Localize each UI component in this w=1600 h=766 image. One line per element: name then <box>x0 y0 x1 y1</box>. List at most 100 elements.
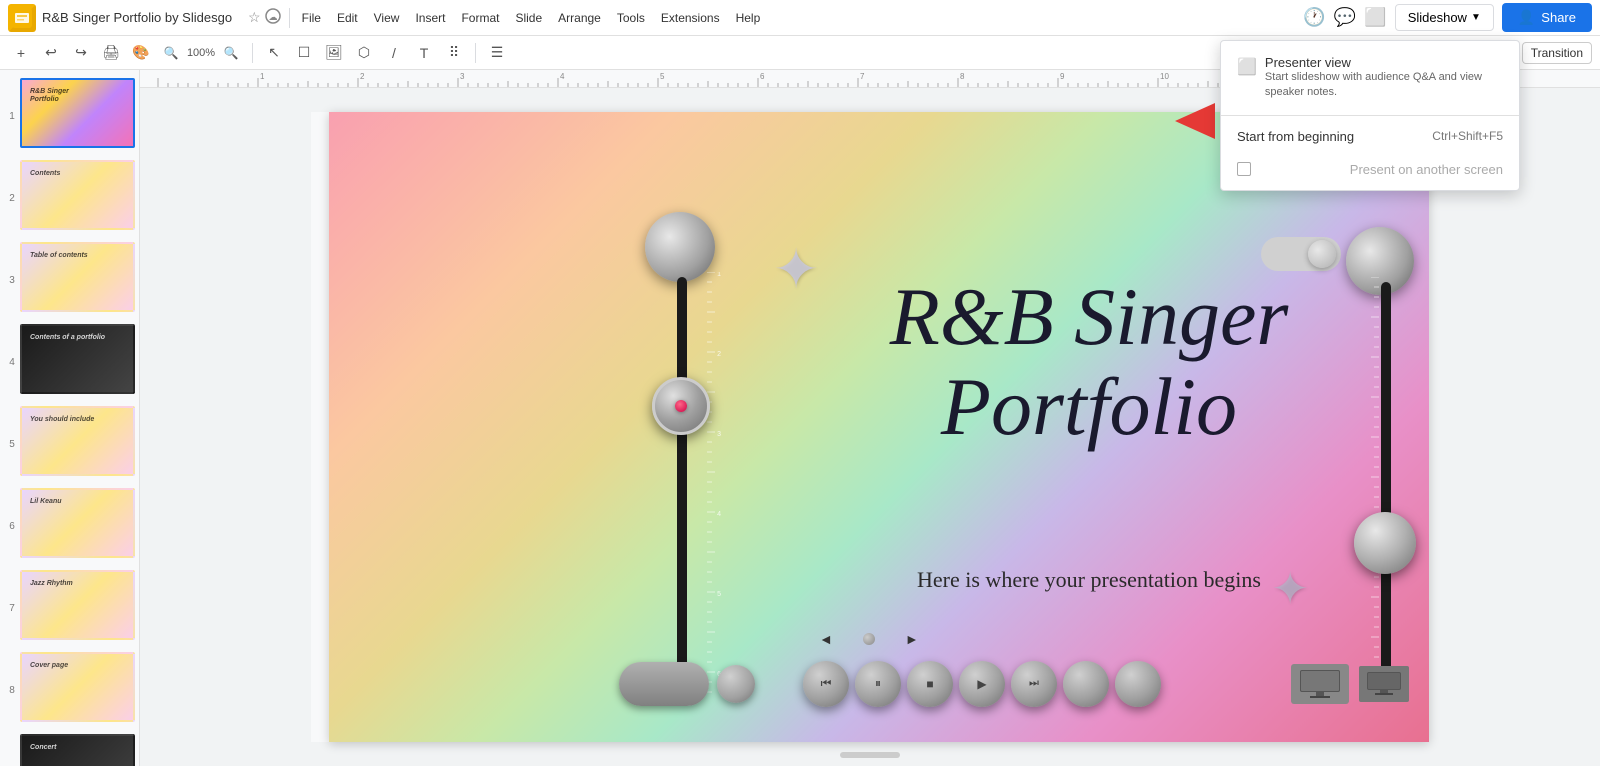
slide-number-4: 4 <box>4 357 20 368</box>
extra-btn-1[interactable] <box>1063 661 1109 707</box>
undo-icon[interactable]: ↩ <box>38 40 64 66</box>
zoom-out-icon[interactable]: 🔍 <box>158 40 184 66</box>
layout-mode-icon[interactable]: ☰ <box>484 40 510 66</box>
svg-text:2: 2 <box>360 72 365 81</box>
left-slider-knob[interactable] <box>652 377 710 435</box>
shape-icon[interactable]: ⬡ <box>351 40 377 66</box>
transport-dot <box>863 633 875 645</box>
app-logo-area: R&B Singer Portfolio by Slidesgo <box>8 4 232 32</box>
slide-number-2: 2 <box>4 193 20 204</box>
slide-thumb-6[interactable]: Lil Keanu <box>20 488 135 558</box>
slide-title: R&B SingerPortfolio <box>809 272 1369 452</box>
dropdown-presenter-view-item: ⬜ Presenter view Start slideshow with au… <box>1221 45 1519 111</box>
print-icon[interactable]: 🖨 <box>98 40 124 66</box>
svg-text:7: 7 <box>860 72 865 81</box>
star-small-decoration: ✦ <box>1271 562 1309 615</box>
menu-view[interactable]: View <box>366 7 408 29</box>
presenter-view-desc: Start slideshow with audience Q&A and vi… <box>1265 70 1503 101</box>
presenter-view-title: Presenter view <box>1265 55 1503 70</box>
redo-icon[interactable]: ↪ <box>68 40 94 66</box>
play-button[interactable]: ▶ <box>959 661 1005 707</box>
select-icon[interactable]: ☐ <box>291 40 317 66</box>
topbar-right: 🕐 💬 ⬜ Slideshow ▼ 👤 Share <box>1303 3 1592 32</box>
play-pause-button[interactable]: ⏸ <box>855 661 901 707</box>
transport-arrows: ◄ ► <box>819 631 919 647</box>
svg-text:5: 5 <box>717 591 721 598</box>
red-arrow-pointer <box>1175 103 1215 139</box>
line-icon[interactable]: / <box>381 40 407 66</box>
slide-thumb-container-1: 1R&B Singer Portfolio <box>4 78 135 154</box>
menu-slide[interactable]: Slide <box>507 7 550 29</box>
svg-text:8: 8 <box>960 72 965 81</box>
monitor-icon-2[interactable] <box>1359 666 1409 702</box>
save-to-drive-icon[interactable]: ☁ <box>265 8 281 27</box>
stop-button[interactable]: ■ <box>907 661 953 707</box>
toggle-switch[interactable] <box>1261 237 1341 271</box>
comment-icon[interactable]: 💬 <box>1334 7 1356 28</box>
history-icon[interactable]: 🕐 <box>1303 7 1325 28</box>
slide-thumb-container-7: 7Jazz Rhythm <box>4 570 135 646</box>
add-slide-icon[interactable]: + <box>8 40 34 66</box>
menu-tools[interactable]: Tools <box>609 7 653 29</box>
menu-edit[interactable]: Edit <box>329 7 366 29</box>
left-knob-top[interactable] <box>645 212 715 282</box>
left-slider-track <box>677 277 687 697</box>
slide-number-1: 1 <box>4 111 20 122</box>
monitor-icon-1[interactable] <box>1291 664 1349 704</box>
slide-thumb-8[interactable]: Cover page <box>20 652 135 722</box>
toggle-knob <box>1308 240 1336 268</box>
present-on-another-screen-item[interactable]: Present on another screen <box>1221 153 1519 186</box>
extras-icon[interactable]: ⠿ <box>441 40 467 66</box>
slide-thumb-5[interactable]: You should include <box>20 406 135 476</box>
slide-thumb-container-9: 9Concert <box>4 734 135 766</box>
transition-button[interactable]: Transition <box>1522 42 1592 64</box>
cursor-icon[interactable]: ↖ <box>261 40 287 66</box>
svg-text:9: 9 <box>1060 72 1065 81</box>
menu-insert[interactable]: Insert <box>407 7 453 29</box>
forward-button[interactable]: ⏭ <box>1011 661 1057 707</box>
main-toggle-button[interactable] <box>619 662 709 706</box>
slideshow-button[interactable]: Slideshow ▼ <box>1395 4 1494 31</box>
present-checkbox[interactable] <box>1237 162 1251 176</box>
share-button[interactable]: 👤 Share <box>1502 3 1592 32</box>
slideshow-dropdown-arrow[interactable]: ▼ <box>1471 12 1481 23</box>
menu-format[interactable]: Format <box>453 7 507 29</box>
svg-text:1: 1 <box>260 72 265 81</box>
zoom-in-icon[interactable]: 🔍 <box>218 40 244 66</box>
slideshow-label: Slideshow <box>1408 10 1467 25</box>
slide-thumb-7[interactable]: Jazz Rhythm <box>20 570 135 640</box>
svg-text:5: 5 <box>660 72 665 81</box>
slide-thumb-2[interactable]: Contents <box>20 160 135 230</box>
paint-icon[interactable]: 🎨 <box>128 40 154 66</box>
insert-image-icon[interactable]: 🖼 <box>321 40 347 66</box>
menu-extensions[interactable]: Extensions <box>653 7 728 29</box>
menu-help[interactable]: Help <box>728 7 769 29</box>
slide-thumb-3[interactable]: Table of contents <box>20 242 135 312</box>
slide-thumb-4[interactable]: Contents of a portfolio <box>20 324 135 394</box>
right-slider-track <box>1381 282 1391 672</box>
slide-thumb-9[interactable]: Concert <box>20 734 135 766</box>
menu-file[interactable]: File <box>294 7 329 29</box>
slide-thumb-1[interactable]: R&B Singer Portfolio <box>20 78 135 148</box>
skip-back-button[interactable]: ⏮ <box>803 661 849 707</box>
small-round-btn-1[interactable] <box>717 665 755 703</box>
transport-right-arrow[interactable]: ► <box>905 631 919 647</box>
slide-number-5: 5 <box>4 439 20 450</box>
app-title: R&B Singer Portfolio by Slidesgo <box>42 10 232 25</box>
zoom-level[interactable]: 100% <box>188 40 214 66</box>
present-options-icon[interactable]: ⬜ <box>1364 7 1386 28</box>
check-area <box>1237 162 1257 176</box>
slide-scroll-indicator <box>840 752 900 758</box>
favorite-icon[interactable]: ☆ <box>248 9 261 26</box>
presenter-view-icon: ⬜ <box>1237 57 1257 77</box>
right-slider-knob[interactable] <box>1354 512 1416 574</box>
vertical-ruler <box>311 112 329 742</box>
svg-text:3: 3 <box>717 431 721 438</box>
extra-btn-2[interactable] <box>1115 661 1161 707</box>
transport-left-arrow[interactable]: ◄ <box>819 631 833 647</box>
main-slide[interactable]: 1 2 3 4 5 6 ✦ <box>329 112 1429 742</box>
start-from-beginning-item[interactable]: Start from beginning Ctrl+Shift+F5 <box>1221 120 1519 153</box>
person-icon: 👤 <box>1518 9 1535 26</box>
menu-arrange[interactable]: Arrange <box>550 7 609 29</box>
text-icon[interactable]: T <box>411 40 437 66</box>
